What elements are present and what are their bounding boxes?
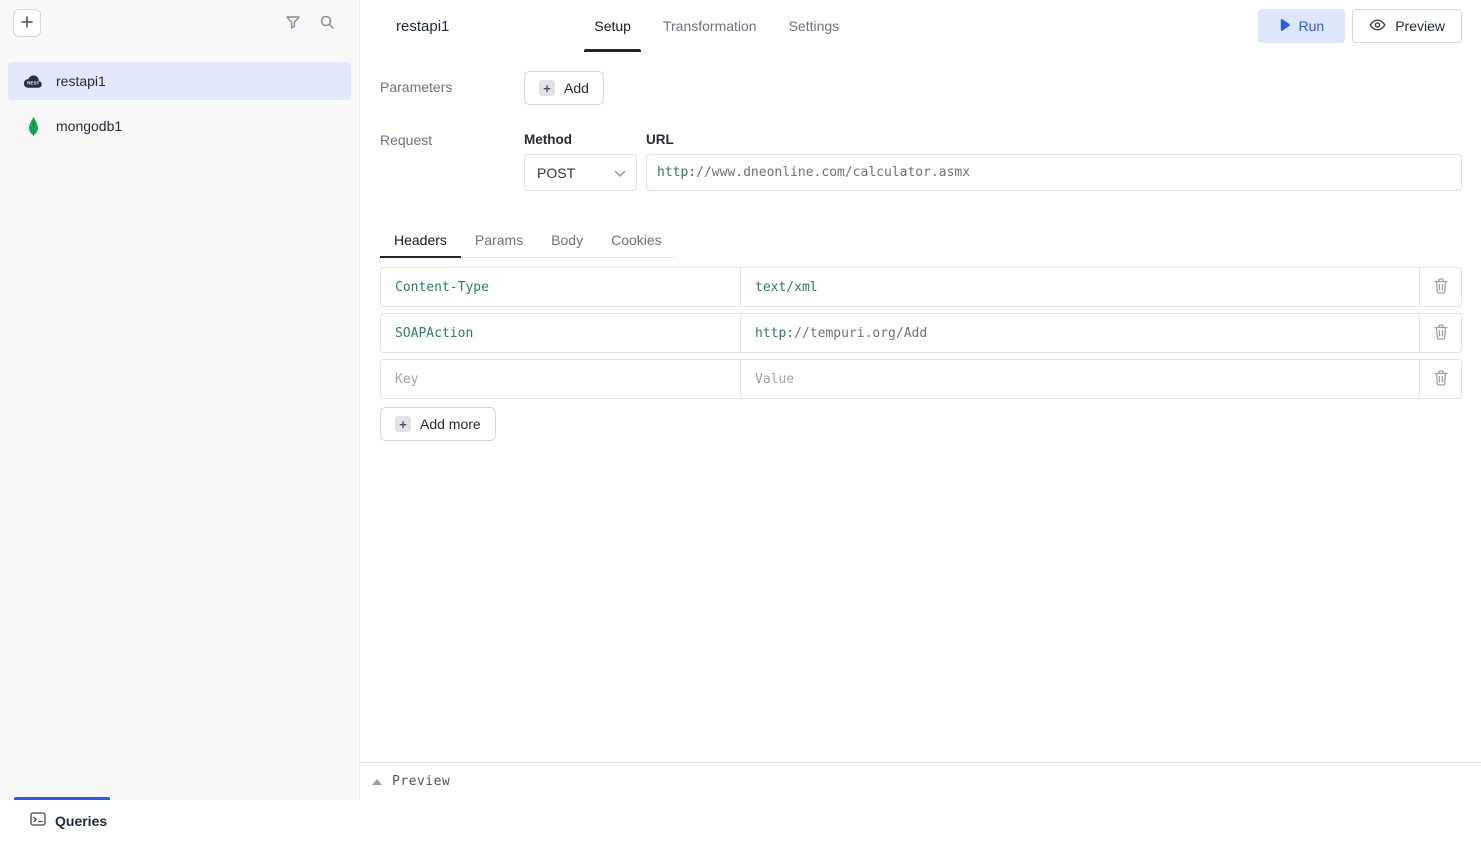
preview-button[interactable]: Preview: [1352, 9, 1462, 43]
editor-header: restapi1 Setup Transformation Settings R…: [360, 0, 1481, 52]
sidebar-item-label: restapi1: [56, 73, 106, 89]
eye-icon: [1369, 18, 1386, 35]
queries-icon: [30, 812, 46, 829]
header-row: SOAPAction http://tempuri.org/Add: [380, 313, 1462, 353]
query-editor: restapi1 Setup Transformation Settings R…: [360, 0, 1481, 800]
rest-api-icon: REST: [21, 74, 45, 89]
response-preview-toggle[interactable]: Preview: [360, 762, 1481, 800]
tab-settings[interactable]: Settings: [779, 0, 850, 52]
header-value-field[interactable]: text/xml: [740, 267, 1420, 307]
tab-cookies[interactable]: Cookies: [597, 223, 676, 257]
sidebar-item-mongodb1[interactable]: mongodb1: [8, 107, 351, 145]
caret-up-icon: [372, 774, 382, 789]
header-key-value: Content-Type: [395, 280, 489, 295]
url-value-path: //www.dneonline.com/calculator.asmx: [696, 165, 970, 180]
run-label: Run: [1299, 18, 1325, 34]
editor-tabs: Setup Transformation Settings: [584, 0, 849, 52]
delete-row-button[interactable]: [1420, 313, 1462, 353]
tab-transformation[interactable]: Transformation: [653, 0, 767, 52]
queries-label: Queries: [55, 813, 107, 829]
parameters-row: Parameters Add: [380, 71, 1462, 105]
header-key-field[interactable]: Content-Type: [380, 267, 740, 307]
header-value-input[interactable]: [740, 359, 1420, 399]
search-icon: [319, 14, 335, 33]
header-value-field[interactable]: http://tempuri.org/Add: [740, 313, 1420, 353]
parameters-label: Parameters: [380, 71, 524, 105]
preview-footer-label: Preview: [392, 774, 450, 789]
method-value: POST: [537, 165, 575, 181]
chevron-down-icon: [614, 165, 626, 181]
method-group: Method POST: [524, 132, 637, 191]
header-key-input[interactable]: [380, 359, 740, 399]
setup-panel: Parameters Add Request Method POST: [360, 52, 1481, 762]
request-label: Request: [380, 132, 524, 191]
url-input[interactable]: http://www.dneonline.com/calculator.asmx: [646, 154, 1462, 191]
url-value-scheme: http:: [657, 165, 696, 180]
url-label: URL: [646, 132, 1462, 147]
search-button[interactable]: [319, 14, 335, 33]
add-more-label: Add more: [420, 416, 481, 432]
url-group: URL http://www.dneonline.com/calculator.…: [646, 132, 1462, 191]
tab-setup[interactable]: Setup: [584, 0, 641, 52]
new-entity-button[interactable]: [13, 9, 41, 37]
add-parameter-label: Add: [564, 80, 589, 96]
query-title[interactable]: restapi1: [396, 18, 449, 35]
tab-queries[interactable]: Queries: [30, 800, 107, 841]
tab-headers[interactable]: Headers: [380, 223, 461, 257]
header-row: Content-Type text/xml: [380, 267, 1462, 307]
filter-button[interactable]: [285, 14, 301, 33]
plus-icon: [21, 16, 33, 31]
svg-text:REST: REST: [27, 80, 39, 85]
request-row: Request Method POST URL http://www.dneon…: [380, 132, 1462, 191]
tab-label: Cookies: [611, 232, 662, 248]
add-parameter-button[interactable]: Add: [524, 71, 604, 105]
tab-label: Headers: [394, 232, 447, 248]
sidebar-toolbar: [0, 0, 359, 46]
add-more-button[interactable]: Add more: [380, 407, 496, 441]
header-value-green: text/xml: [755, 280, 818, 295]
trash-icon: [1434, 278, 1448, 297]
trash-icon: [1434, 370, 1448, 389]
header-value-gray: //tempuri.org/Add: [794, 326, 927, 341]
request-subtabs: Headers Params Body Cookies: [380, 223, 676, 258]
trash-icon: [1434, 324, 1448, 343]
app-root: REST restapi1 mongodb1 restapi1 Setup Tr…: [0, 0, 1481, 841]
header-row-empty: [380, 359, 1462, 399]
header-key-value: SOAPAction: [395, 326, 473, 341]
header-key-field[interactable]: SOAPAction: [380, 313, 740, 353]
bottom-bar: Queries: [0, 800, 1481, 841]
delete-row-button[interactable]: [1420, 359, 1462, 399]
tab-label: Settings: [789, 18, 840, 34]
add-more-row: Add more: [380, 407, 1462, 441]
tab-body[interactable]: Body: [537, 223, 597, 257]
tab-params[interactable]: Params: [461, 223, 537, 257]
sidebar-item-restapi1[interactable]: REST restapi1: [8, 62, 351, 100]
plus-box-icon: [395, 416, 411, 432]
play-icon: [1279, 18, 1290, 34]
preview-label: Preview: [1395, 18, 1445, 34]
sidebar: REST restapi1 mongodb1: [0, 0, 360, 800]
tab-label: Transformation: [663, 18, 757, 34]
tab-label: Setup: [594, 18, 631, 34]
filter-icon: [285, 14, 301, 33]
header-value-green: http:: [755, 326, 794, 341]
method-label: Method: [524, 132, 637, 147]
sidebar-item-label: mongodb1: [56, 118, 122, 134]
plus-box-icon: [539, 80, 555, 96]
header-actions: Run Preview: [1258, 9, 1462, 43]
query-list: REST restapi1 mongodb1: [0, 62, 359, 145]
method-select[interactable]: POST: [524, 154, 637, 191]
tab-label: Params: [475, 232, 523, 248]
tab-label: Body: [551, 232, 583, 248]
mongodb-icon: [21, 117, 45, 136]
delete-row-button[interactable]: [1420, 267, 1462, 307]
run-button[interactable]: Run: [1258, 9, 1346, 43]
